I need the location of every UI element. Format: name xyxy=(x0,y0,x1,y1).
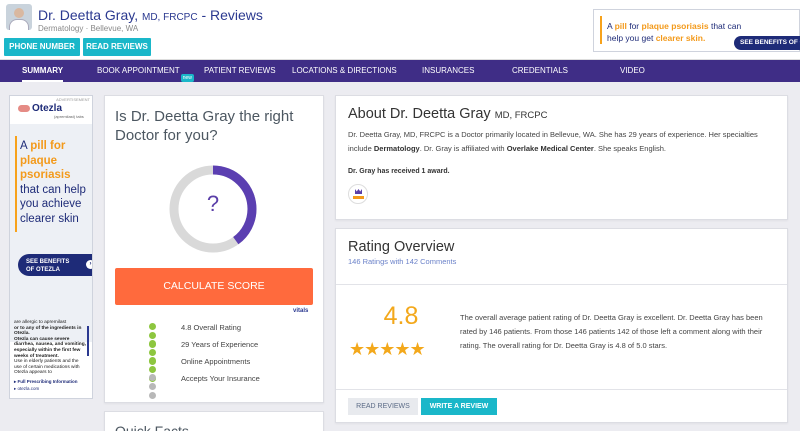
metric-label: 29 Years of Experience xyxy=(181,340,259,349)
page-header: Dr. Deetta Gray, MD, FRCPC - Reviews Der… xyxy=(0,0,800,60)
nav-credentials[interactable]: CREDENTIALS xyxy=(512,60,568,82)
rating-value: 4.8 xyxy=(383,302,419,330)
metric-label: Accepts Your Insurance xyxy=(181,374,260,383)
title-suffix: - Reviews xyxy=(197,7,263,23)
calculate-score-button[interactable]: CALCULATE SCORE xyxy=(115,268,313,305)
ad-headline: A pill for plaque psoriasis that can hel… xyxy=(20,140,86,225)
top-banner-ad[interactable]: A pill for plaque psoriasis that can hel… xyxy=(593,9,800,52)
nav-summary[interactable]: SUMMARY xyxy=(22,60,64,82)
advertisement-label: ADVERTISEMENT xyxy=(56,97,90,102)
otezla-link[interactable]: ▸ otezla.com xyxy=(14,386,39,392)
award-badge-icon[interactable] xyxy=(348,184,368,204)
ad-panel: A pill for plaque psoriasis that can hel… xyxy=(10,124,92,342)
about-title: About Dr. Deetta Gray MD, FRCPC xyxy=(348,106,548,122)
pill-icon xyxy=(18,105,30,112)
phone-number-button[interactable]: PHONE NUMBER xyxy=(4,38,80,56)
doctor-fit-card: Is Dr. Deetta Gray the right Doctor for … xyxy=(104,95,324,403)
nav-patient-reviews[interactable]: PATIENT REVIEWS xyxy=(204,60,276,82)
chevron-right-icon: › xyxy=(86,260,92,269)
ad-brand-sub: (apremilast) tabs xyxy=(54,114,84,119)
score-ring: ? xyxy=(167,163,259,255)
doctor-name-title: Dr. Deetta Gray, MD, FRCPC - Reviews xyxy=(38,7,263,23)
rating-overview-card: Rating Overview 146 Ratings with 142 Com… xyxy=(335,228,788,423)
read-reviews-header-button[interactable]: READ REVIEWS xyxy=(83,38,151,56)
ad-scrollbar[interactable] xyxy=(87,326,89,356)
top-ad-cta-button[interactable]: SEE BENEFITS OF O xyxy=(734,36,800,50)
write-review-button[interactable]: WRITE A REVIEW xyxy=(421,398,497,415)
about-card: About Dr. Deetta Gray MD, FRCPC Dr. Deet… xyxy=(335,95,788,220)
metric-label: 4.8 Overall Rating xyxy=(181,323,242,332)
about-text: Dr. Deetta Gray, MD, FRCPC is a Doctor p… xyxy=(348,130,758,153)
rating-count: 146 Ratings with 142 Comments xyxy=(348,257,457,266)
read-reviews-button[interactable]: READ REVIEWS xyxy=(348,398,418,415)
fit-question: Is Dr. Deetta Gray the right Doctor for … xyxy=(115,108,294,144)
metric-dots xyxy=(149,374,158,401)
rating-title: Rating Overview xyxy=(348,239,455,255)
quick-facts-card: Quick Facts xyxy=(104,411,324,431)
nav-insurances[interactable]: INSURANCES xyxy=(422,60,474,82)
metric-label: Online Appointments xyxy=(181,357,251,366)
nav-locations-directions[interactable]: LOCATIONS & DIRECTIONS xyxy=(292,60,397,82)
quick-facts-title: Quick Facts xyxy=(115,423,189,431)
ad-brand-logo: Otezla xyxy=(32,103,63,114)
rating-description: The overall average patient rating of Dr… xyxy=(460,313,763,350)
ad-fine-print: are allergic to apremilast or to any of … xyxy=(14,320,86,376)
doctor-credentials: MD, FRCPC xyxy=(142,12,198,23)
doctor-avatar xyxy=(6,4,32,30)
side-skyscraper-ad[interactable]: ADVERTISEMENT Otezla (apremilast) tabs A… xyxy=(9,95,93,399)
specialty-location: Dermatology · Bellevue, WA xyxy=(38,24,139,33)
vitals-logo: vitals xyxy=(293,308,309,314)
new-badge: new xyxy=(180,74,194,82)
nav-video[interactable]: VIDEO xyxy=(620,60,645,82)
divider xyxy=(336,284,787,285)
ad-cta-button[interactable]: SEE BENEFITS OF OTEZLA › xyxy=(18,254,92,276)
divider xyxy=(336,389,787,390)
full-prescribing-link[interactable]: ▸ Full Prescribing Information xyxy=(14,379,78,385)
doctor-name: Dr. Deetta Gray, xyxy=(38,7,139,23)
star-rating-icon: ★★★★★ xyxy=(349,339,426,359)
unknown-score-symbol: ? xyxy=(206,191,220,216)
profile-nav: SUMMARY BOOK APPOINTMENTnew PATIENT REVI… xyxy=(0,60,800,82)
nav-book-appointment[interactable]: BOOK APPOINTMENTnew xyxy=(97,60,194,82)
award-text: Dr. Gray has received 1 award. xyxy=(348,168,450,175)
